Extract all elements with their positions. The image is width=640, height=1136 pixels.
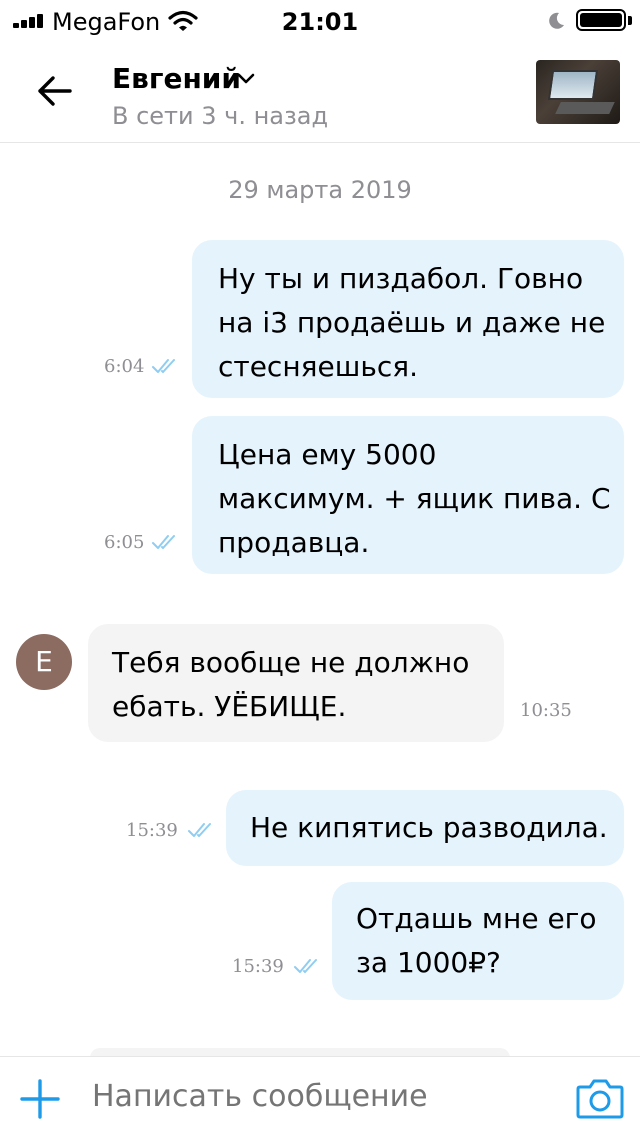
contact-name[interactable]: Евгений bbox=[112, 62, 241, 95]
message-text-line: максимум. + ящик пива. С bbox=[218, 482, 611, 515]
message-composer bbox=[0, 1056, 640, 1136]
message-text-line: Тебя вообще не должно bbox=[112, 646, 470, 679]
outgoing-message[interactable]: Цена ему 5000 максимум. + ящик пива. С п… bbox=[192, 416, 624, 574]
outgoing-message[interactable]: Ну ты и пиздабол. Говно на i3 продаёшь и… bbox=[192, 240, 624, 398]
double-check-icon bbox=[152, 359, 175, 373]
message-text-line: Не кипятись разводила. bbox=[250, 811, 608, 844]
message-text-line: Цена ему 5000 bbox=[218, 438, 437, 471]
battery-tip bbox=[628, 16, 632, 25]
message-text-line: ебать. УЁБИЩЕ. bbox=[112, 690, 347, 723]
date-separator: 29 марта 2019 bbox=[228, 176, 412, 204]
sender-avatar[interactable]: Е bbox=[16, 634, 72, 690]
contact-avatar[interactable] bbox=[536, 60, 620, 124]
message-time: 15:39 bbox=[232, 956, 284, 977]
message-text-line: Ну ты и пиздабол. Говно bbox=[218, 262, 584, 295]
chevron-down-icon[interactable] bbox=[236, 72, 256, 86]
message-text-line: Отдашь мне его bbox=[356, 902, 597, 935]
status-time: 21:01 bbox=[281, 8, 359, 36]
message-input[interactable] bbox=[92, 1079, 552, 1114]
back-arrow-icon[interactable] bbox=[34, 70, 76, 112]
message-time: 6:04 bbox=[104, 356, 145, 377]
camera-icon[interactable] bbox=[576, 1077, 624, 1119]
double-check-icon bbox=[188, 823, 211, 837]
double-check-icon bbox=[152, 535, 175, 549]
message-time: 15:39 bbox=[126, 820, 178, 841]
message-time: 10:35 bbox=[520, 700, 572, 721]
message-text-line: продавца. bbox=[218, 526, 370, 559]
message-time: 6:05 bbox=[104, 532, 145, 553]
presence-status: В сети 3 ч. назад bbox=[112, 102, 329, 130]
chat-header: Евгений В сети 3 ч. назад bbox=[0, 40, 640, 143]
incoming-message[interactable]: Тебя вообще не должно ебать. УЁБИЩЕ. bbox=[88, 624, 504, 742]
double-check-icon bbox=[294, 959, 317, 973]
battery-icon bbox=[576, 9, 626, 31]
status-bar: MegaFon 21:01 bbox=[0, 0, 640, 40]
outgoing-message[interactable]: Отдашь мне его за 1000₽? bbox=[332, 882, 624, 1000]
message-text-line: стесняешься. bbox=[218, 350, 418, 383]
do-not-disturb-icon bbox=[549, 12, 564, 29]
outgoing-message[interactable]: Не кипятись разводила. bbox=[226, 790, 624, 866]
plus-icon[interactable] bbox=[20, 1079, 60, 1119]
message-text-line: за 1000₽? bbox=[356, 946, 501, 979]
message-text-line: на i3 продаёшь и даже не bbox=[218, 306, 606, 339]
